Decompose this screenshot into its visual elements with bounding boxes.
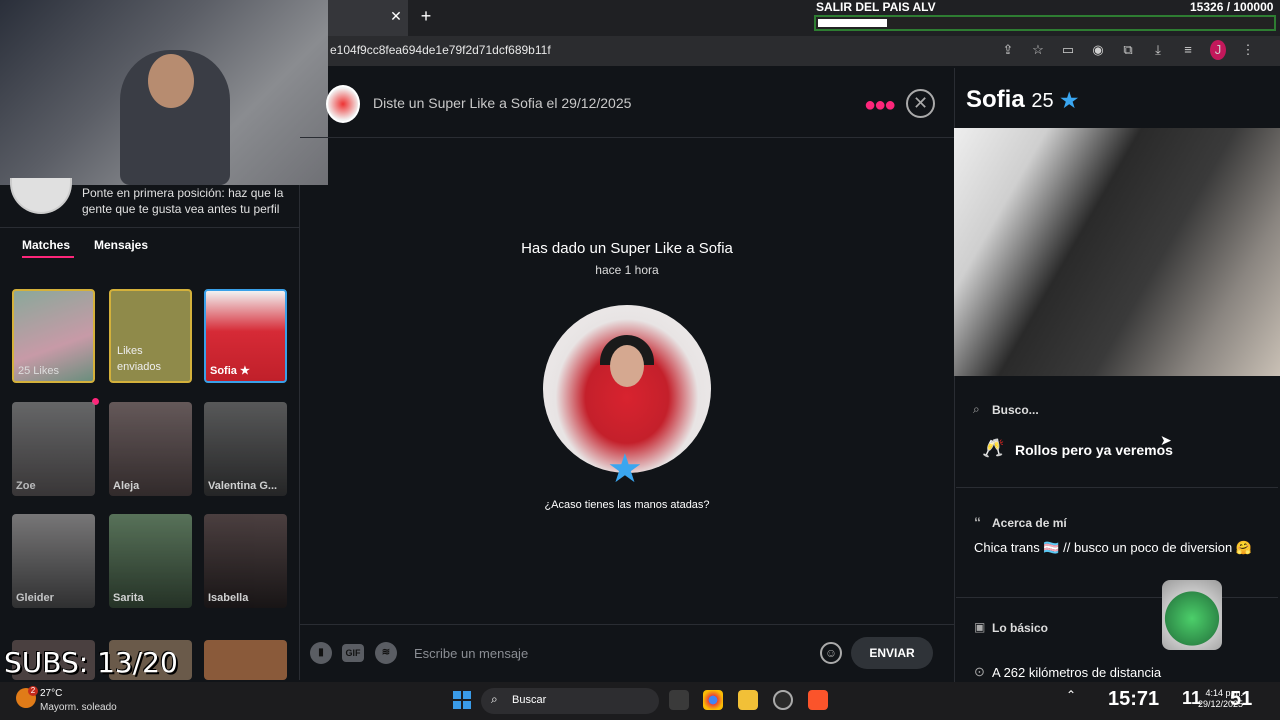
super-like-title: Has dado un Super Like a Sofia [521, 240, 733, 257]
app-icon[interactable] [773, 690, 793, 710]
send-button[interactable]: ENVIAR [851, 637, 933, 669]
divider [956, 597, 1278, 598]
task-view-icon[interactable] [669, 690, 689, 710]
likes-sent-label: Likes enviados [117, 345, 162, 373]
profile-name: Sofia 25 ★ [966, 86, 1079, 113]
distance-text: A 262 kilómetros de distancia [992, 665, 1162, 680]
taskbar-search-label: Buscar [512, 694, 547, 706]
download-icon[interactable]: ⤓ [1150, 40, 1166, 60]
likes-sent-card[interactable]: Likes enviados [109, 289, 192, 383]
match-name: Isabella [208, 592, 249, 604]
tab-mensajes[interactable]: Mensajes [94, 238, 148, 252]
basico-label: Lo básico [992, 621, 1049, 635]
match-name: Sarita [113, 592, 144, 604]
gif-button[interactable]: GIF [342, 644, 364, 662]
match-card-zoe[interactable]: Zoe [12, 402, 95, 496]
acerca-label: Acerca de mí [992, 516, 1067, 530]
super-like-star-icon: ★ [607, 447, 643, 491]
active-tab-indicator [22, 256, 74, 258]
bookmark-star-icon[interactable]: ☆ [1030, 40, 1046, 60]
goal-count: 15326 / 100000 [1190, 0, 1274, 14]
chevron-up-icon: ⌃ [1066, 688, 1077, 702]
mouse-cursor-icon: ➤ [1160, 432, 1172, 448]
match-card-valentina[interactable]: Valentina G... [204, 402, 287, 496]
media-icon[interactable]: ≡ [1180, 40, 1196, 60]
notification-badge: 2 [28, 686, 38, 696]
new-tab-icon[interactable]: + [416, 6, 436, 26]
match-card[interactable] [204, 640, 287, 680]
url-text[interactable]: e104f9cc8fea694de1e79f2d71dcf689b11f [330, 43, 551, 57]
goal-title: SALIR DEL PAIS ALV [816, 0, 936, 14]
match-card-sarita[interactable]: Sarita [109, 514, 192, 608]
location-pin-icon: ⊙ [974, 664, 985, 679]
windows-start-icon[interactable] [453, 691, 471, 709]
search-icon: ⌕ [973, 402, 980, 416]
sticker-icon[interactable]: ▮ [310, 642, 332, 664]
more-options-icon[interactable]: ●●● [864, 94, 896, 117]
spotify-icon[interactable]: ≋ [375, 642, 397, 664]
tab-close-icon[interactable]: ✕ [388, 8, 404, 24]
icebreaker-question[interactable]: ¿Acaso tienes las manos atadas? [300, 499, 954, 511]
chrome-icon[interactable] [703, 690, 723, 710]
match-card-aleja[interactable]: Aleja [109, 402, 192, 496]
verified-star-icon: ★ [1060, 90, 1079, 112]
menu-kebab-icon[interactable]: ⋮ [1240, 40, 1256, 60]
donation-jar [1162, 580, 1222, 650]
goal-progress-fill [818, 19, 888, 27]
subs-counter: SUBS: 13/20 [4, 646, 178, 679]
busco-label: Busco... [992, 403, 1039, 417]
match-name: Gleider [16, 592, 54, 604]
match-card-sofia[interactable]: Sofia ★ [204, 289, 287, 383]
match-name: Sofia ★ [210, 365, 250, 377]
id-card-icon: ▣ [974, 620, 986, 634]
file-explorer-icon[interactable] [738, 690, 758, 710]
super-like-time: hace 1 hora [595, 263, 659, 277]
profile-age: 25 [1031, 90, 1054, 112]
acerca-text: Chica trans 🏳️‍⚧️ // busco un poco de di… [974, 540, 1253, 555]
chat-header-title: Diste un Super Like a Sofia el 29/12/202… [373, 95, 632, 111]
profile-photo[interactable] [954, 128, 1280, 376]
match-card-gleider[interactable]: Gleider [12, 514, 95, 608]
busco-card [956, 386, 1278, 488]
streamer-head [148, 54, 194, 108]
emoji-icon[interactable]: ☺ [820, 642, 842, 664]
match-card-isabella[interactable]: Isabella [204, 514, 287, 608]
puzzle-icon[interactable]: ⧉ [1120, 40, 1136, 60]
match-photo-face [610, 345, 644, 387]
tab-matches[interactable]: Matches [22, 238, 70, 252]
install-icon[interactable]: ⇪ [1000, 40, 1016, 60]
toast-icon: 🥂 [982, 438, 1005, 458]
taskbar-search[interactable] [481, 688, 659, 714]
system-tray[interactable]: ⌃ [1066, 688, 1076, 702]
match-name: Aleja [113, 480, 140, 492]
webcam-overlay [0, 0, 328, 185]
match-name: Zoe [16, 480, 36, 492]
overlay-seconds: 51 [1230, 688, 1253, 710]
divider [0, 227, 300, 228]
close-chat-button[interactable]: ✕ [906, 89, 935, 118]
cast-icon[interactable]: ▭ [1060, 40, 1076, 60]
weather-desc[interactable]: Mayorm. soleado [40, 702, 117, 713]
overlay-clock: 15:71 [1108, 688, 1160, 710]
search-icon: ⌕ [491, 692, 498, 706]
profile-avatar[interactable]: J [1210, 40, 1226, 60]
goal-progress-bar [814, 15, 1276, 31]
browser-toolbar: ⇪ ☆ ▭ ◉ ⧉ ⤓ ≡ J ⋮ [1000, 40, 1256, 60]
likes-card-label: 25 Likes [18, 365, 59, 377]
brave-icon[interactable] [808, 690, 828, 710]
chat-avatar[interactable] [326, 85, 360, 123]
message-input[interactable] [414, 642, 804, 664]
match-name: Valentina G... [208, 480, 278, 492]
likes-card[interactable]: 25 Likes [12, 289, 95, 383]
boost-promo-text[interactable]: Ponte en primera posición: haz que la ge… [82, 185, 292, 217]
weather-temp[interactable]: 27°C [40, 688, 62, 699]
busco-value: Rollos pero ya veremos [1015, 442, 1173, 458]
extension-icon[interactable]: ◉ [1090, 40, 1106, 60]
quote-icon: “ [974, 514, 981, 530]
